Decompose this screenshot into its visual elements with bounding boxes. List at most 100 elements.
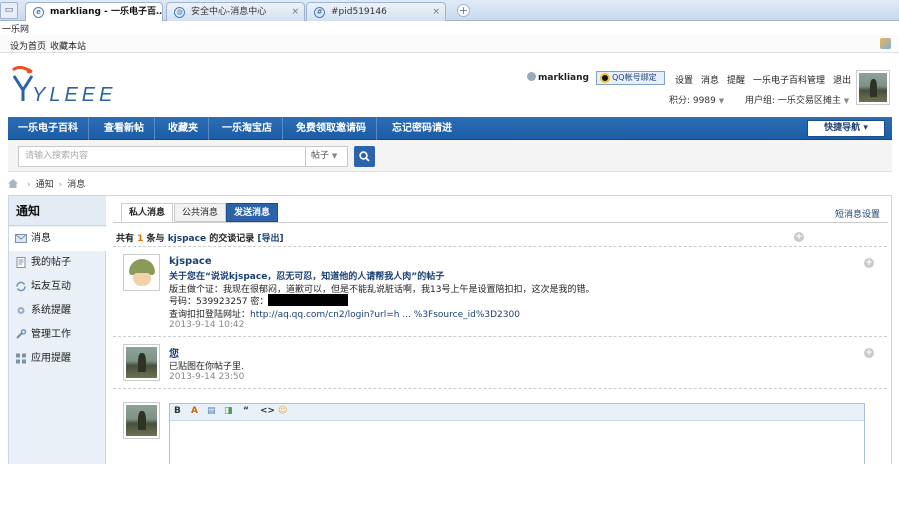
search-button[interactable]	[354, 146, 375, 167]
message-author[interactable]: kjspace	[169, 256, 212, 267]
usergroup-menu[interactable]: 用户组: 一乐交易区摊主 ▼	[745, 93, 849, 106]
bold-button[interactable]: B	[174, 406, 181, 416]
sidebar-item-label: 管理工作	[31, 329, 71, 340]
user-avatar[interactable]	[856, 70, 890, 105]
nav-item-favorites[interactable]: 收藏夹	[158, 117, 209, 140]
avatar-reply	[123, 402, 160, 439]
sidebar-item-messages[interactable]: 消息	[9, 227, 107, 251]
search-bar: 请输入搜索内容 帖子 ▼	[8, 140, 892, 172]
close-icon[interactable]: ×	[291, 3, 299, 21]
browser-tab-1[interactable]: e markliang - 一乐电子百… ×	[25, 2, 163, 21]
sidebar-item-label: 应用提醒	[31, 353, 71, 364]
browser-tabbar: ▭ e markliang - 一乐电子百… × ◍ 安全中心-消息中心 × #…	[0, 0, 899, 21]
admin-link[interactable]: 一乐电子百科管理	[753, 76, 825, 86]
close-icon[interactable]: ×	[149, 3, 157, 21]
browser-menu-icon[interactable]: ▭	[0, 2, 18, 19]
code-button[interactable]: <>	[260, 406, 275, 416]
breadcrumb-separator: ›	[58, 180, 63, 190]
send-message-button[interactable]: 发送消息	[226, 203, 279, 222]
usergroup-label: 用户组: 一乐交易区摊主	[745, 96, 841, 106]
plus-circle-icon[interactable]: +	[794, 232, 804, 242]
search-input[interactable]: 请输入搜索内容	[18, 146, 306, 167]
close-icon[interactable]: ×	[432, 3, 440, 21]
messages-link[interactable]: 消息	[701, 76, 719, 86]
avatar-self[interactable]	[123, 344, 160, 381]
message-title[interactable]: 关于您在“说说kjspace，忍无可忍，知道他的人请帮我人肉”的帖子	[169, 269, 444, 282]
conversation-user-link[interactable]: kjspace	[168, 234, 206, 244]
shield-icon: ◍	[174, 7, 185, 18]
notice-sidebar: 通知 消息 我的帖子 坛友互动 系统提醒 管理工作 应用提醒	[9, 196, 107, 464]
summary-text: 条与	[143, 234, 168, 244]
sms-settings-link[interactable]: 短消息设置	[835, 207, 880, 220]
settings-link[interactable]: 设置	[675, 76, 693, 86]
search-type-label: 帖子	[311, 151, 330, 161]
reminders-link[interactable]: 提醒	[727, 76, 745, 86]
page-icon: #	[314, 7, 325, 18]
sidebar-item-admin[interactable]: 管理工作	[9, 323, 106, 347]
search-type-select[interactable]: 帖子 ▼	[306, 146, 348, 167]
home-icon[interactable]	[8, 179, 18, 188]
nav-item-invite[interactable]: 免费领取邀请码	[286, 117, 377, 140]
qq-number-text: 号码：539923257 密：	[169, 297, 269, 307]
reply-editor[interactable]: B A ▤ ◨ “ <> ☺	[169, 403, 865, 464]
chevron-down-icon: ▼	[843, 97, 850, 105]
tab-public-messages[interactable]: 公共消息	[174, 203, 227, 222]
notice-panel: 通知 消息 我的帖子 坛友互动 系统提醒 管理工作 应用提醒 私人消息 公共消息…	[8, 195, 892, 464]
sidebar-item-label: 消息	[31, 233, 51, 244]
plus-circle-icon[interactable]: +	[864, 258, 874, 268]
nav-item-new-posts[interactable]: 查看新帖	[94, 117, 155, 140]
points-menu[interactable]: 积分: 9989 ▼	[669, 93, 724, 106]
sidebar-item-label: 我的帖子	[31, 257, 71, 268]
sidebar-item-my-posts[interactable]: 我的帖子	[9, 251, 106, 275]
username-link[interactable]: markliang	[538, 73, 589, 83]
attachment-button[interactable]: ◨	[224, 406, 233, 416]
logout-link[interactable]: 退出	[833, 76, 851, 86]
user-links: 设置 消息 提醒 一乐电子百科管理 退出	[675, 73, 859, 86]
quote-button[interactable]: “	[243, 406, 249, 416]
set-home-link[interactable]: 设为首页	[10, 39, 46, 52]
points-label: 积分: 9989	[669, 96, 716, 106]
nav-item-wiki[interactable]: 一乐电子百科	[8, 117, 89, 140]
tab-divider	[113, 222, 888, 223]
user-icon	[527, 72, 536, 81]
breadcrumb-notice[interactable]: 通知	[36, 180, 54, 190]
nav-item-taobao[interactable]: 一乐淘宝店	[212, 117, 283, 140]
envelope-icon	[15, 234, 27, 243]
plus-circle-icon[interactable]: +	[864, 348, 874, 358]
qq-bind-label: QQ帐号绑定	[612, 73, 657, 82]
sidebar-item-system[interactable]: 系统提醒	[9, 299, 106, 323]
style-switch-icon[interactable]	[880, 38, 891, 49]
editor-toolbar: B A ▤ ◨ “ <> ☺	[170, 404, 864, 421]
quick-nav-button[interactable]: 快捷导航 ▾	[807, 120, 885, 137]
sidebar-item-apps[interactable]: 应用提醒	[9, 347, 106, 371]
new-tab-button[interactable]: +	[457, 4, 470, 17]
image-button[interactable]: ▤	[207, 406, 216, 416]
qq-penguin-icon	[600, 73, 610, 83]
sidebar-item-interaction[interactable]: 坛友互动	[9, 275, 106, 299]
message-line: 查询扣扣登陆网址：http://aq.qq.com/cn2/login?url=…	[169, 307, 520, 320]
message-time: 2013-9-14 10:42	[169, 320, 245, 330]
divider	[113, 336, 887, 337]
site-logo[interactable]: YLEEE	[10, 66, 122, 106]
gear-icon	[17, 307, 25, 314]
sidebar-item-label: 系统提醒	[31, 305, 71, 316]
message-url-link[interactable]: http://aq.qq.com/cn2/login?url=h ... %3F…	[250, 310, 520, 320]
qq-bind-button[interactable]: QQ帐号绑定	[596, 71, 665, 85]
browser-tab-3[interactable]: # #pid519146 ×	[306, 2, 446, 21]
smiley-button[interactable]: ☺	[278, 406, 287, 416]
nav-item-forgot-password[interactable]: 忘记密码请进	[382, 117, 462, 140]
refresh-icon	[16, 281, 26, 292]
tab-private-messages[interactable]: 私人消息	[121, 203, 174, 222]
avatar-kjspace[interactable]	[123, 254, 160, 291]
wrench-icon	[16, 329, 27, 339]
font-color-button[interactable]: A	[191, 406, 198, 416]
browser-tab-2[interactable]: ◍ 安全中心-消息中心 ×	[166, 2, 305, 21]
message-line: 号码：539923257 密：	[169, 294, 349, 307]
logo-text: YLEEE	[32, 84, 116, 106]
bookmark-link[interactable]: 收藏本站	[50, 39, 86, 52]
search-icon	[359, 151, 370, 162]
browser-tab-title: markliang - 一乐电子百…	[50, 7, 163, 17]
export-link[interactable]: [导出]	[257, 234, 283, 244]
chevron-down-icon: ▾	[863, 123, 868, 133]
top-links-bar: 设为首页 收藏本站	[0, 35, 899, 53]
